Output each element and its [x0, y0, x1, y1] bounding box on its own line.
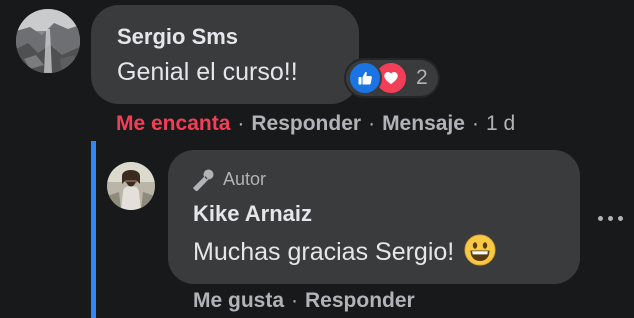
comment-text: Genial el curso!! [117, 58, 298, 86]
love-reaction-button[interactable]: Me encanta [116, 112, 230, 136]
message-button[interactable]: Mensaje [382, 112, 465, 136]
separator-dot: · [471, 112, 479, 135]
reaction-count: 2 [416, 66, 428, 89]
microphone-icon [192, 169, 214, 191]
more-options-button[interactable] [598, 207, 634, 229]
dot [598, 215, 603, 221]
avatar-sergio[interactable] [16, 9, 80, 73]
reply-text: Muchas gracias Sergio! [193, 238, 455, 266]
reply-button[interactable]: Responder [251, 112, 361, 136]
author-badge-label: Autor [223, 168, 267, 189]
reply-thread-line [91, 141, 96, 318]
reactions-summary[interactable]: 2 [346, 60, 438, 96]
grinning-face-icon [464, 234, 496, 266]
reply-author-name[interactable]: Kike Arnaiz [193, 201, 312, 227]
reply-text-line: Muchas gracias Sergio! [193, 234, 496, 267]
reply-button[interactable]: Responder [305, 289, 415, 313]
author-badge: Autor [192, 166, 266, 192]
comment-bubble [91, 5, 359, 104]
avatar-image [16, 9, 80, 73]
avatar-kike[interactable] [107, 162, 155, 210]
like-icon [348, 61, 382, 95]
comment-author-name[interactable]: Sergio Sms [117, 24, 238, 50]
separator-dot: · [237, 112, 245, 135]
comment-actions: Me encanta · Responder · Mensaje · 1 d [116, 112, 515, 136]
comment-timestamp[interactable]: 1 d [486, 112, 515, 136]
dot [608, 215, 613, 221]
separator-dot: · [291, 289, 299, 312]
comment-thread: Sergio Sms Genial el curso!! 2 Me encant… [0, 0, 634, 318]
avatar-image [107, 162, 155, 210]
like-button[interactable]: Me gusta [193, 289, 284, 313]
dot [618, 215, 623, 221]
separator-dot: · [368, 112, 376, 135]
reply-actions: Me gusta · Responder [193, 289, 415, 313]
